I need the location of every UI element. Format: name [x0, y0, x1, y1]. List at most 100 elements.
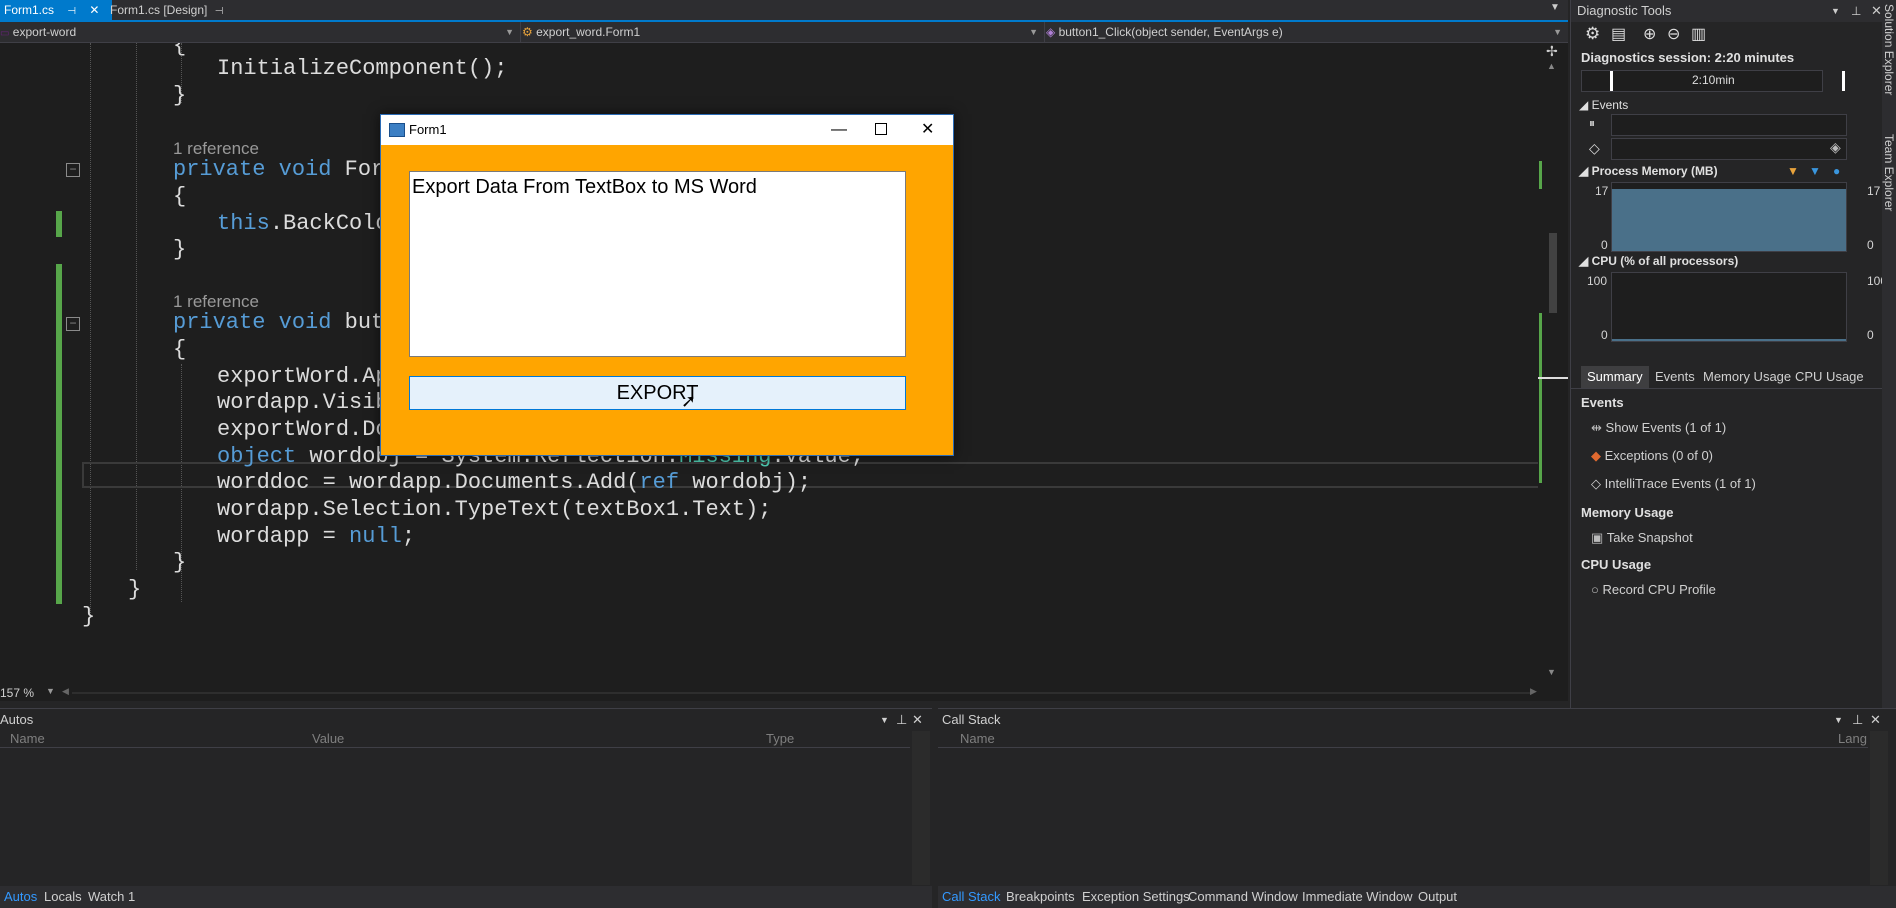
- cpu-axis-max: 100: [1587, 274, 1608, 288]
- form-title-bar[interactable]: Form1 — ✕: [381, 115, 953, 145]
- tab-command-window[interactable]: Command Window: [1184, 886, 1302, 908]
- tab-memory-usage[interactable]: Memory Usage: [1697, 366, 1797, 388]
- take-snapshot-button[interactable]: ▣ Take Snapshot: [1591, 530, 1693, 546]
- zoom-out-icon[interactable]: ⊖: [1667, 24, 1680, 44]
- chevron-down-icon: ▼: [505, 27, 514, 37]
- record-cpu-profile-button[interactable]: ○ Record CPU Profile: [1591, 582, 1716, 597]
- timeline-handle-left[interactable]: [1610, 71, 1613, 91]
- collapse-icon[interactable]: −: [66, 163, 80, 177]
- code-line: wordapp.Selection.TypeText(textBox1.Text…: [217, 497, 772, 522]
- minimize-icon[interactable]: —: [831, 115, 847, 145]
- tab-breakpoints[interactable]: Breakpoints: [1002, 886, 1079, 908]
- zoom-in-icon[interactable]: ⊕: [1643, 24, 1656, 44]
- side-tab-team-explorer[interactable]: Team Explorer: [1882, 134, 1896, 211]
- textbox1[interactable]: Export Data From TextBox to MS Word: [409, 171, 906, 357]
- session-duration: Diagnostics session: 2:20 minutes: [1581, 50, 1795, 65]
- tab-watch-1[interactable]: Watch 1: [84, 886, 139, 908]
- diagnostic-tabs: Summary Events Memory Usage CPU Usage: [1571, 366, 1896, 389]
- tab-autos[interactable]: Autos: [0, 886, 41, 908]
- tab-call-stack[interactable]: Call Stack: [938, 886, 1005, 908]
- pin-icon[interactable]: ⊥: [896, 709, 907, 731]
- caret-position-marker: [1538, 377, 1568, 379]
- project-dropdown[interactable]: ▭ export-word ▼: [0, 22, 521, 42]
- pin-icon[interactable]: ⊥: [1852, 709, 1863, 731]
- chevron-down-icon[interactable]: ▼: [880, 709, 889, 731]
- class-name: export_word.Form1: [536, 25, 641, 39]
- scroll-up-icon[interactable]: ▲: [1547, 61, 1556, 71]
- indent-guide: [136, 43, 137, 570]
- column-type[interactable]: Type: [766, 731, 794, 746]
- timeline-label: 2:10min: [1692, 73, 1735, 87]
- cpu-graph[interactable]: [1611, 272, 1847, 342]
- member-dropdown[interactable]: ◈ button1_Click(object sender, EventArgs…: [1046, 22, 1568, 42]
- vertical-scrollbar[interactable]: [912, 731, 930, 885]
- events-icon: ⇹: [1591, 420, 1602, 435]
- tab-immediate-window[interactable]: Immediate Window: [1298, 886, 1417, 908]
- close-icon[interactable]: ✕: [89, 3, 99, 17]
- scroll-right-icon[interactable]: ▶: [1530, 686, 1537, 697]
- chevron-down-icon[interactable]: ▼: [1831, 0, 1840, 22]
- timeline-handle-right[interactable]: [1842, 71, 1845, 91]
- scroll-down-icon[interactable]: ▼: [1547, 667, 1556, 677]
- editor-vertical-scrollbar[interactable]: ✢ ▲ ▼: [1538, 43, 1568, 685]
- exceptions-link[interactable]: ◆ Exceptions (0 of 0): [1591, 448, 1713, 464]
- select-tools-icon[interactable]: ▤: [1611, 24, 1626, 44]
- tab-cpu-usage[interactable]: CPU Usage: [1789, 366, 1870, 388]
- scroll-left-icon[interactable]: ◀: [62, 686, 69, 697]
- column-language[interactable]: Lang: [1838, 731, 1868, 746]
- memory-fill: [1612, 189, 1846, 251]
- vertical-scrollbar[interactable]: [1870, 731, 1888, 885]
- code-line: }: [82, 604, 96, 629]
- side-tab-solution-explorer[interactable]: Solution Explorer: [1882, 4, 1896, 95]
- memory-graph[interactable]: [1611, 182, 1847, 252]
- camera-icon: ▣: [1591, 530, 1604, 545]
- tab-form1-design[interactable]: Form1.cs [Design] ⊣: [106, 0, 238, 20]
- autos-tabs: Autos Locals Watch 1: [0, 886, 932, 908]
- csharp-project-icon: ▭: [0, 28, 10, 39]
- intellitrace-events-track[interactable]: ◈: [1611, 138, 1847, 160]
- scroll-thumb[interactable]: [1549, 233, 1557, 313]
- timeline-ruler[interactable]: 2:10min: [1581, 70, 1845, 92]
- code-line: }: [173, 550, 187, 575]
- horizontal-scrollbar[interactable]: [72, 692, 1530, 694]
- show-events-link[interactable]: ⇹ Show Events (1 of 1): [1591, 420, 1726, 436]
- editor-statusbar: 157 % ▼ ◀ ▶: [0, 685, 1568, 701]
- document-tab-bar: Form1.cs ⊣ ✕ Form1.cs [Design] ⊣ ▼: [0, 0, 1568, 22]
- column-name[interactable]: Name: [960, 731, 995, 746]
- pin-icon[interactable]: ⊥: [1851, 0, 1861, 22]
- pin-icon[interactable]: ⊣: [215, 6, 224, 17]
- tab-output[interactable]: Output: [1414, 886, 1461, 908]
- event-marker-icon[interactable]: ◈: [1830, 139, 1841, 156]
- settings-gear-icon[interactable]: ⚙: [1585, 24, 1600, 44]
- change-indicator: [56, 211, 62, 237]
- zoom-dropdown-icon[interactable]: ▼: [46, 686, 55, 696]
- close-icon[interactable]: ✕: [921, 115, 934, 145]
- tab-locals[interactable]: Locals: [40, 886, 86, 908]
- split-editor-icon[interactable]: ✢: [1546, 43, 1558, 60]
- break-events-track[interactable]: [1611, 114, 1847, 136]
- tab-form1-cs[interactable]: Form1.cs ⊣ ✕: [0, 0, 112, 20]
- memory-usage-section-header: Memory Usage: [1581, 505, 1674, 520]
- zoom-level[interactable]: 157 %: [0, 686, 34, 700]
- method-icon: ◈: [1046, 25, 1056, 39]
- close-icon[interactable]: ✕: [1870, 709, 1881, 731]
- maximize-icon[interactable]: [875, 123, 887, 135]
- tab-events[interactable]: Events: [1649, 366, 1701, 388]
- collapse-icon[interactable]: −: [66, 317, 80, 331]
- cpu-axis-min-right: 0: [1867, 328, 1874, 342]
- tab-exception-settings[interactable]: Exception Settings: [1078, 886, 1194, 908]
- intellitrace-link[interactable]: ◇ IntelliTrace Events (1 of 1): [1591, 476, 1756, 492]
- class-dropdown[interactable]: ⚙ export_word.Form1 ▼: [522, 22, 1045, 42]
- export-button[interactable]: EXPORT: [409, 376, 906, 410]
- code-lens-references[interactable]: 1 reference: [173, 139, 259, 159]
- chevron-down-icon[interactable]: ▼: [1834, 709, 1843, 731]
- close-icon[interactable]: ✕: [912, 709, 923, 731]
- close-icon[interactable]: ✕: [1871, 0, 1882, 22]
- column-name[interactable]: Name: [10, 731, 45, 746]
- tab-summary[interactable]: Summary: [1581, 366, 1649, 388]
- reset-view-icon[interactable]: ▥: [1691, 24, 1706, 44]
- code-lens-references[interactable]: 1 reference: [173, 292, 259, 312]
- pin-icon[interactable]: ⊣: [67, 6, 76, 17]
- column-value[interactable]: Value: [312, 731, 344, 746]
- tab-overflow-icon[interactable]: ▼: [1550, 2, 1560, 13]
